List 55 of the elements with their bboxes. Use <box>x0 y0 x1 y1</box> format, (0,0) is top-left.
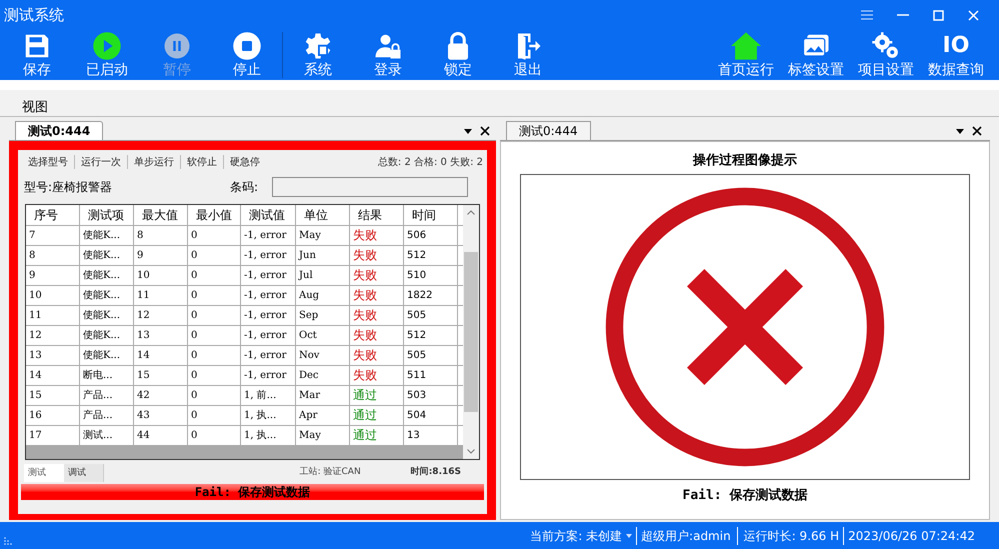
barcode-field[interactable] <box>272 177 468 197</box>
scheme-selector[interactable]: 当前方案: 未创建 <box>530 526 622 544</box>
minimize-icon[interactable] <box>897 14 909 16</box>
image-heading: 操作过程图像提示 <box>693 152 797 170</box>
table-cell: 0 <box>188 426 241 445</box>
action-button[interactable]: 软停止 <box>181 154 223 170</box>
count-summary: 总数: 2 合格: 0 失败: 2 <box>378 156 483 170</box>
toolbar-button[interactable]: 首页运行 <box>711 31 781 80</box>
date-time: 2023/06/26 07:24:42 <box>848 528 975 544</box>
scrollbar[interactable] <box>463 205 479 459</box>
window-title: 测试系统 <box>4 4 64 26</box>
bottom-tab[interactable]: 调试 <box>64 464 104 482</box>
result-banner: Fail: 保存测试数据 <box>21 484 484 500</box>
scroll-up-icon[interactable] <box>467 210 475 215</box>
barcode-label: 条码: <box>230 179 258 196</box>
action-button[interactable]: 硬急停 <box>224 154 266 170</box>
table-cell: 1, 执... <box>241 426 296 445</box>
toolbar-button[interactable]: 登录 <box>353 31 423 80</box>
close-icon[interactable] <box>480 126 490 136</box>
toolbar-button[interactable]: 标签设置 <box>781 31 851 80</box>
menu-icon[interactable] <box>861 10 873 20</box>
toolbar-button[interactable]: 锁定 <box>423 31 493 80</box>
user-label: 超级用户:admin <box>641 528 731 544</box>
table-cell: May <box>296 426 350 445</box>
elapsed-time: 时间:8.16S <box>410 466 461 480</box>
maximize-icon[interactable] <box>933 10 944 20</box>
panel-tab[interactable]: 测试0:444 <box>506 121 591 140</box>
model-label: 型号:座椅报警器 <box>24 179 112 196</box>
result-cell: 通过 <box>350 426 404 445</box>
toolbar-button[interactable]: 保存 <box>2 31 72 80</box>
runtime-label: 运行时长: 9.66 H <box>744 528 840 544</box>
scroll-down-icon[interactable] <box>467 449 475 454</box>
io-text-icon: IO <box>942 31 970 61</box>
table-cell: 测试... <box>80 426 134 445</box>
toolbar-button[interactable]: 系统 <box>283 31 353 80</box>
resize-grip-icon[interactable] <box>4 536 14 546</box>
close-icon[interactable] <box>972 126 982 136</box>
toolbar-button[interactable]: 退出 <box>493 31 563 80</box>
toolbar-button[interactable]: 停止 <box>212 31 282 80</box>
action-button[interactable]: 选择型号 <box>22 154 74 170</box>
toolbar-button[interactable]: IO 数据查询 <box>921 31 991 80</box>
action-button[interactable]: 运行一次 <box>75 154 127 170</box>
dropdown-icon[interactable] <box>464 129 472 134</box>
toolbar-button[interactable]: 项目设置 <box>851 31 921 80</box>
bottom-tab[interactable]: 测试 <box>24 464 64 482</box>
table-cell: 44 <box>134 426 188 445</box>
table-cell: 13 <box>404 426 458 445</box>
table-cell: 17 <box>26 426 80 445</box>
menu-item[interactable]: 视图 <box>20 98 50 118</box>
station-label: 工站: 验证CAN <box>300 466 361 480</box>
panel-tab[interactable]: 测试0:444 <box>15 121 104 140</box>
action-button[interactable]: 单步运行 <box>128 154 180 170</box>
image-caption: Fail: 保存测试数据 <box>682 487 808 505</box>
toolbar-button[interactable]: 已启动 <box>72 31 142 80</box>
dropdown-icon[interactable] <box>956 129 964 134</box>
